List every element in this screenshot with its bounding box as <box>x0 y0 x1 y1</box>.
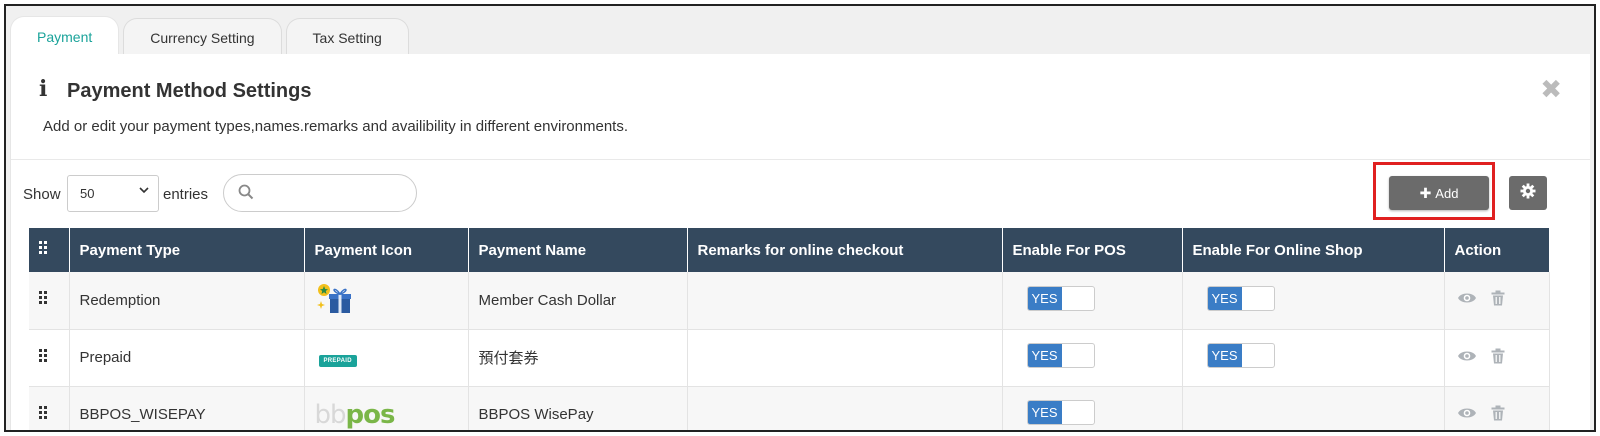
payment-name-cell: 預付套券 <box>468 329 688 387</box>
payment-icon-cell <box>304 272 469 330</box>
add-button[interactable]: ✚ Add <box>1389 176 1489 210</box>
pos-toggle[interactable]: YES <box>1026 343 1095 368</box>
toggle-on-label: YES <box>1027 344 1062 367</box>
pos-toggle[interactable]: YES <box>1026 285 1095 311</box>
payment-type-cell: BBPOS_WISEPAY <box>69 386 305 430</box>
remarks-cell <box>687 386 1003 430</box>
payment-name-cell: Member Cash Dollar <box>468 272 688 330</box>
tab-payment[interactable]: Payment <box>10 16 120 56</box>
entries-length-select[interactable]: 50 <box>67 175 159 212</box>
chevron-down-icon <box>138 184 150 199</box>
trash-icon[interactable] <box>1491 348 1505 368</box>
drag-handle-icon <box>39 241 49 255</box>
action-cell <box>1444 272 1550 330</box>
row-drag-cell[interactable] <box>29 386 70 430</box>
online-shop-toggle[interactable]: YES <box>1206 343 1275 368</box>
payment-panel: i Payment Method Settings Add or edit yo… <box>10 54 1590 430</box>
toggle-on-label: YES <box>1207 286 1242 310</box>
payment-type-cell: Prepaid <box>69 329 305 387</box>
payment-type-cell: Redemption <box>69 272 305 330</box>
column-header-remarks[interactable]: Remarks for online checkout <box>687 228 1003 272</box>
tab-tax-setting[interactable]: Tax Setting <box>285 18 409 56</box>
trash-icon[interactable] <box>1491 405 1505 425</box>
row-drag-cell[interactable] <box>29 329 70 387</box>
table-row: BBPOS_WISEPAY bbpos BBPOS WisePay YES <box>29 386 1550 430</box>
close-icon[interactable]: ✖ <box>1540 76 1562 102</box>
toggle-on-label: YES <box>1027 286 1062 310</box>
table-header-row: Payment Type Payment Icon Payment Name R… <box>29 228 1550 272</box>
trash-icon[interactable] <box>1491 290 1505 310</box>
payment-table: Payment Type Payment Icon Payment Name R… <box>29 228 1550 430</box>
online-shop-toggle[interactable]: YES <box>1206 285 1275 311</box>
add-button-label: Add <box>1435 185 1459 201</box>
payment-name-cell: BBPOS WisePay <box>468 386 688 430</box>
remarks-cell <box>687 272 1003 330</box>
enable-online-cell <box>1182 386 1445 430</box>
column-header-enable-online-shop[interactable]: Enable For Online Shop <box>1182 228 1445 272</box>
table-toolbar: Show 50 entries ✚ Add <box>11 162 1590 220</box>
column-settings-button[interactable] <box>1509 176 1547 210</box>
entries-label: entries <box>163 186 209 203</box>
drag-handle-icon[interactable] <box>39 348 49 363</box>
enable-pos-cell: YES <box>1002 272 1183 330</box>
toggle-on-label: YES <box>1027 401 1062 424</box>
enable-pos-cell: YES <box>1002 329 1183 387</box>
plus-icon: ✚ <box>1419 184 1432 201</box>
eye-icon[interactable] <box>1457 291 1477 309</box>
search-icon <box>238 184 254 200</box>
entries-length-value: 50 <box>80 186 95 201</box>
column-header-action: Action <box>1444 228 1550 272</box>
drag-column-header <box>29 228 70 272</box>
column-header-payment-icon[interactable]: Payment Icon <box>304 228 469 272</box>
pos-toggle[interactable]: YES <box>1026 400 1095 425</box>
eye-icon[interactable] <box>1457 406 1477 424</box>
drag-handle-icon[interactable] <box>39 291 49 305</box>
enable-online-cell: YES <box>1182 329 1445 387</box>
payment-icon-cell: bbpos <box>304 386 469 430</box>
eye-icon[interactable] <box>1457 349 1477 367</box>
tab-bar: Payment Currency Setting Tax Setting <box>10 14 413 56</box>
column-header-payment-type[interactable]: Payment Type <box>69 228 305 272</box>
row-drag-cell[interactable] <box>29 272 70 330</box>
action-cell <box>1444 386 1550 430</box>
enable-online-cell: YES <box>1182 272 1445 330</box>
gear-icon <box>1520 183 1536 204</box>
panel-header: i Payment Method Settings Add or edit yo… <box>11 54 1590 160</box>
info-icon: i <box>39 76 48 102</box>
column-header-enable-pos[interactable]: Enable For POS <box>1002 228 1183 272</box>
show-label: Show <box>23 186 61 203</box>
enable-pos-cell: YES <box>1002 386 1183 430</box>
prepaid-icon: PREPAID <box>318 354 357 367</box>
drag-handle-icon[interactable] <box>39 405 49 420</box>
page-subtitle: Add or edit your payment types,names.rem… <box>43 118 629 135</box>
table-row: Redemption Member Cash Dollar YES YES <box>29 272 1550 330</box>
tab-currency-setting[interactable]: Currency Setting <box>123 18 282 56</box>
action-cell <box>1444 329 1550 387</box>
table-row: Prepaid PREPAID 預付套券 YES YES <box>29 329 1550 387</box>
app-frame: Payment Currency Setting Tax Setting i P… <box>4 4 1596 432</box>
column-header-payment-name[interactable]: Payment Name <box>468 228 688 272</box>
page-title: Payment Method Settings <box>67 80 312 102</box>
search-input[interactable] <box>223 174 417 212</box>
bbpos-logo: bbpos <box>314 399 396 430</box>
toggle-on-label: YES <box>1207 344 1242 367</box>
redemption-gift-icon <box>315 280 355 316</box>
payment-icon-cell: PREPAID <box>304 329 469 387</box>
remarks-cell <box>687 329 1003 387</box>
